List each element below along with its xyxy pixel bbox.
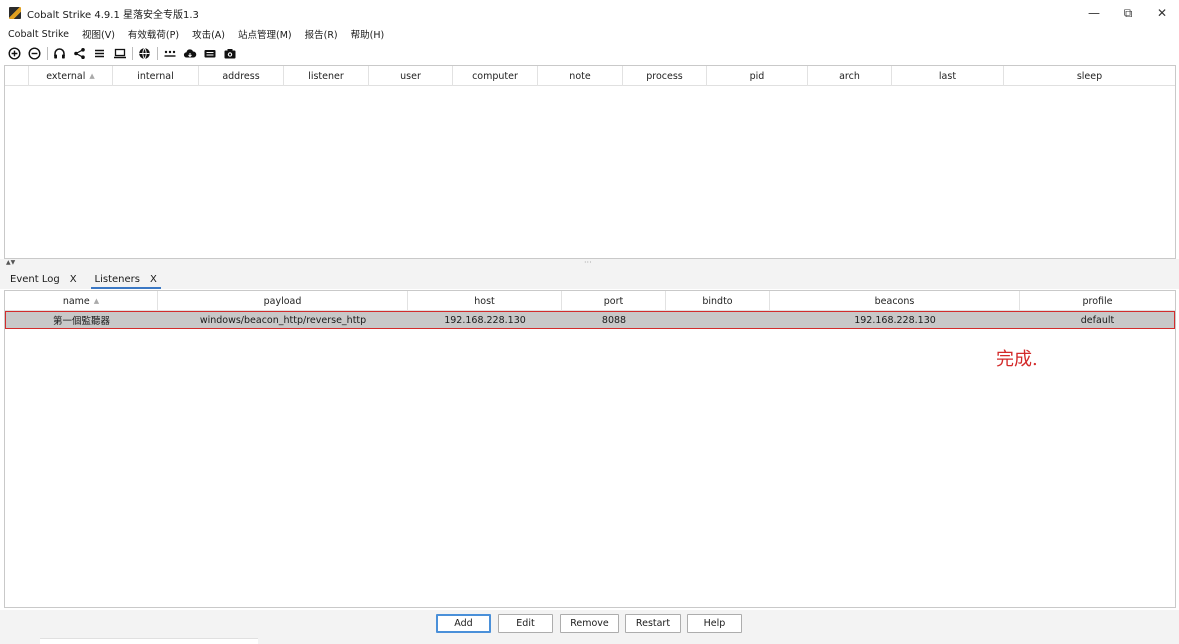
edit-button[interactable]: Edit xyxy=(498,614,553,633)
annotation-text: 完成. xyxy=(996,349,1038,370)
cell-payload: windows/beacon_http/reverse_http xyxy=(199,314,367,326)
column-header-process[interactable]: process xyxy=(623,66,707,86)
window-title: Cobalt Strike 4.9.1 星落安全专版1.3 xyxy=(27,9,199,21)
column-header-address[interactable]: address xyxy=(199,66,284,86)
beacons-table[interactable]: external ▲ internal address listener user… xyxy=(4,65,1176,259)
minimize-button[interactable]: — xyxy=(1077,0,1111,26)
menu-site-management[interactable]: 站点管理(M) xyxy=(238,27,292,41)
cell-port: 8088 xyxy=(601,314,627,326)
menu-attacks[interactable]: 攻击(A) xyxy=(192,27,225,41)
pane-splitter[interactable]: ▲▼ ··· xyxy=(0,258,1179,267)
remove-button[interactable]: Remove xyxy=(560,614,619,633)
minus-circle-icon[interactable] xyxy=(26,45,43,62)
toolbar-separator xyxy=(47,46,48,60)
restore-button[interactable]: ⧉ xyxy=(1111,0,1145,26)
tab-close-icon[interactable]: X xyxy=(70,274,77,285)
sort-ascending-icon: ▲ xyxy=(93,297,100,305)
sort-ascending-icon: ▲ xyxy=(89,72,95,80)
laptop-icon[interactable] xyxy=(111,45,128,62)
cell-bindto xyxy=(666,311,770,329)
tab-event-log[interactable]: Event Log X xyxy=(0,269,85,289)
column-header-port[interactable]: port xyxy=(562,291,666,311)
column-header-pid[interactable]: pid xyxy=(707,66,808,86)
tab-label: Listeners xyxy=(94,273,140,285)
listeners-table-header: name ▲ payload host port bindto beacons p… xyxy=(5,291,1175,311)
column-header-internal[interactable]: internal xyxy=(113,66,199,86)
column-header-computer[interactable]: computer xyxy=(453,66,538,86)
column-header-bindto[interactable]: bindto xyxy=(666,291,770,311)
headphones-icon[interactable] xyxy=(51,45,68,62)
splitter-arrows-icon[interactable]: ▲▼ xyxy=(6,259,15,267)
keyboard-icon[interactable] xyxy=(201,45,218,62)
menu-bar: Cobalt Strike 视图(V) 有效载荷(P) 攻击(A) 站点管理(M… xyxy=(0,26,1179,42)
globe-icon[interactable] xyxy=(136,45,153,62)
status-strip xyxy=(40,638,258,644)
column-header-external[interactable]: external ▲ xyxy=(29,66,113,86)
button-bar: Add Edit Remove Restart Help xyxy=(0,610,1179,644)
restart-button[interactable]: Restart xyxy=(625,614,681,633)
toolbar-separator xyxy=(157,46,158,60)
cell-beacons: 192.168.228.130 xyxy=(854,314,936,326)
share-icon[interactable] xyxy=(71,45,88,62)
help-button[interactable]: Help xyxy=(687,614,742,633)
list-icon[interactable] xyxy=(91,45,108,62)
toolbar xyxy=(0,43,1179,63)
dots-bar-icon[interactable] xyxy=(161,45,178,62)
cloud-icon[interactable] xyxy=(181,45,198,62)
listeners-table[interactable]: name ▲ payload host port bindto beacons p… xyxy=(4,290,1176,608)
tab-close-icon[interactable]: X xyxy=(150,274,157,285)
column-header-last[interactable]: last xyxy=(892,66,1004,86)
app-logo-icon xyxy=(9,7,21,19)
menu-help[interactable]: 帮助(H) xyxy=(351,27,385,41)
camera-icon[interactable] xyxy=(221,45,238,62)
column-header-sleep[interactable]: sleep xyxy=(1004,66,1175,86)
menu-view[interactable]: 视图(V) xyxy=(82,27,115,41)
column-header-note[interactable]: note xyxy=(538,66,623,86)
table-row[interactable]: 第一個監聽器 windows/beacon_http/reverse_http … xyxy=(5,311,1175,329)
column-header-beacons[interactable]: beacons xyxy=(770,291,1020,311)
column-header-user[interactable]: user xyxy=(369,66,453,86)
column-header-name[interactable]: name ▲ xyxy=(5,291,158,311)
cell-host: 192.168.228.130 xyxy=(444,314,526,326)
add-button[interactable]: Add xyxy=(436,614,491,633)
cell-name: 第一個監聽器 xyxy=(52,316,110,327)
column-header-profile[interactable]: profile xyxy=(1020,291,1175,311)
column-header-arch[interactable]: arch xyxy=(808,66,892,86)
window-controls: — ⧉ ✕ xyxy=(1077,0,1179,26)
column-header-listener[interactable]: listener xyxy=(284,66,369,86)
title-bar: Cobalt Strike 4.9.1 星落安全专版1.3 — ⧉ ✕ xyxy=(0,0,1179,26)
tab-label: Event Log xyxy=(10,273,60,285)
column-header-payload[interactable]: payload xyxy=(158,291,408,311)
menu-cobalt-strike[interactable]: Cobalt Strike xyxy=(8,29,69,40)
tab-bar: Event Log X Listeners X xyxy=(0,267,1179,289)
close-button[interactable]: ✕ xyxy=(1145,0,1179,26)
splitter-grip-icon[interactable]: ··· xyxy=(584,258,592,267)
menu-reporting[interactable]: 报告(R) xyxy=(305,27,338,41)
tab-listeners[interactable]: Listeners X xyxy=(85,269,165,289)
column-header-spacer xyxy=(5,66,29,86)
beacons-table-header: external ▲ internal address listener user… xyxy=(5,66,1175,86)
plus-circle-icon[interactable] xyxy=(6,45,23,62)
column-header-host[interactable]: host xyxy=(408,291,562,311)
toolbar-separator xyxy=(132,46,133,60)
cell-profile: default xyxy=(1080,314,1115,326)
menu-payloads[interactable]: 有效载荷(P) xyxy=(128,27,179,41)
